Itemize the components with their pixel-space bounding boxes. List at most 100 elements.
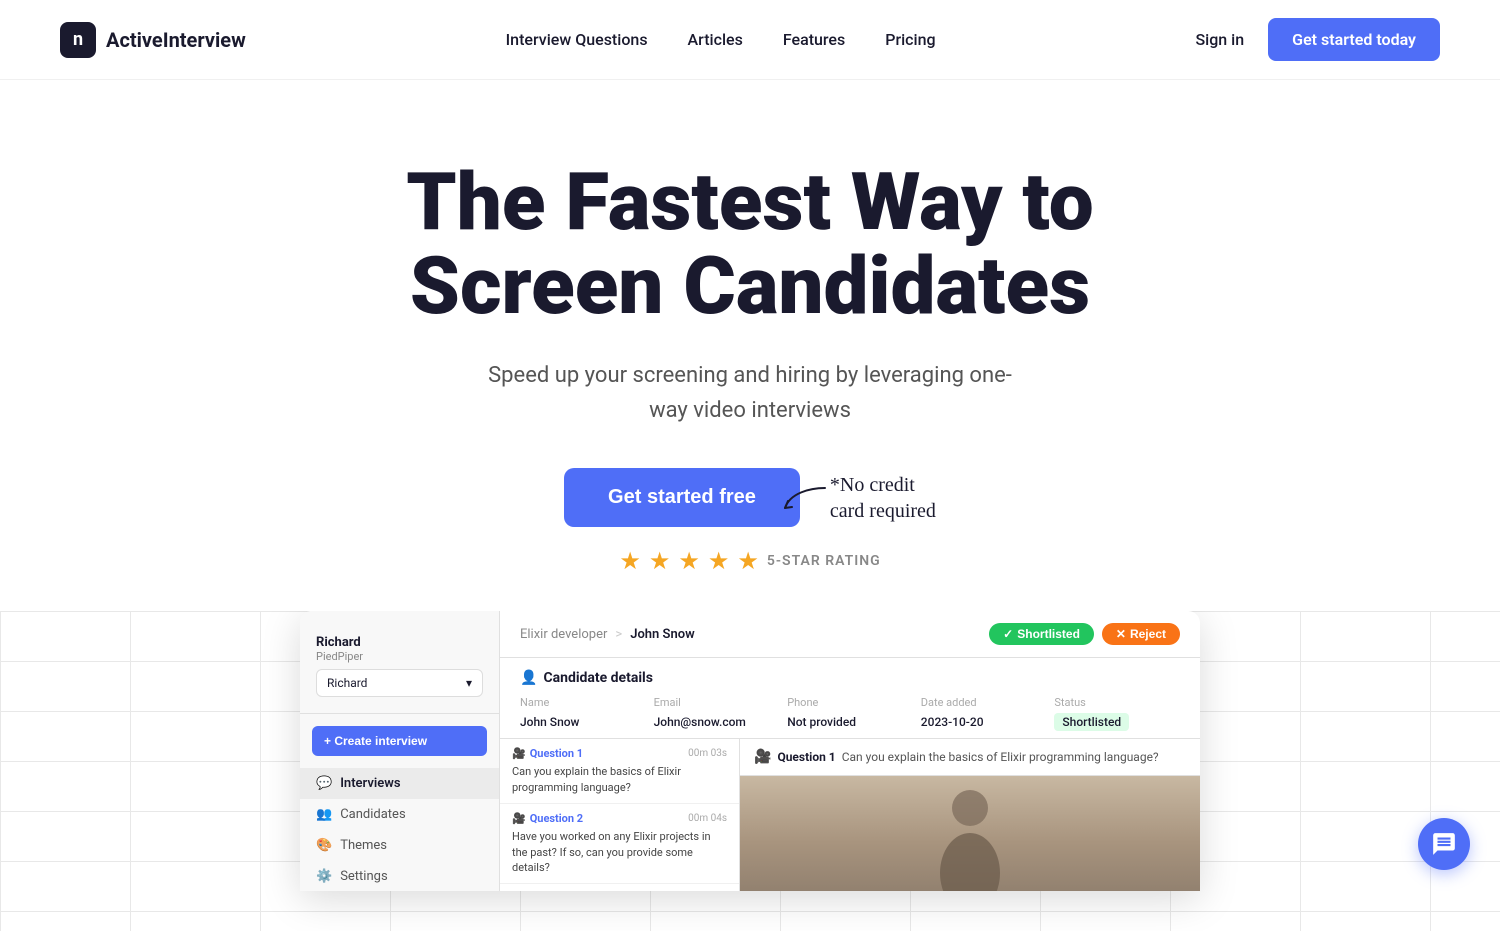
arrow-icon bbox=[780, 483, 830, 513]
nav-pricing[interactable]: Pricing bbox=[885, 30, 935, 49]
x-icon: ✕ bbox=[1116, 627, 1126, 641]
hero-title: The Fastest Way to Screen Candidates bbox=[350, 160, 1150, 328]
question-1-header: 🎥 Question 1 00m 03s bbox=[512, 747, 727, 760]
nav-features[interactable]: Features bbox=[783, 30, 845, 49]
interviews-icon: 💬 bbox=[316, 776, 332, 791]
name-value: John Snow bbox=[520, 715, 579, 729]
create-interview-button[interactable]: + Create interview bbox=[312, 726, 487, 756]
email-label: Email bbox=[654, 696, 780, 709]
video-q-label: Question 1 bbox=[777, 750, 835, 764]
app-screenshot: Richard PiedPiper Richard ▾ + Create int… bbox=[300, 611, 1200, 891]
detail-date: Date added 2023-10-20 bbox=[921, 696, 1047, 730]
nav-interview-questions[interactable]: Interview Questions bbox=[506, 30, 648, 49]
question-item-2[interactable]: 🎥 Question 2 00m 04s Have you worked on … bbox=[500, 804, 739, 884]
detail-status: Status Shortlisted bbox=[1054, 696, 1180, 730]
question-1-text: Can you explain the basics of Elixir pro… bbox=[512, 764, 727, 795]
star-1: ★ bbox=[619, 547, 641, 575]
sidebar-interviews-label: Interviews bbox=[340, 776, 400, 791]
date-value: 2023-10-20 bbox=[921, 715, 984, 729]
breadcrumb-separator: > bbox=[615, 627, 622, 642]
details-grid: Name John Snow Email John@snow.com Phone… bbox=[520, 696, 1180, 730]
star-4: ★ bbox=[708, 547, 730, 575]
video-q-text: Can you explain the basics of Elixir pro… bbox=[842, 750, 1186, 764]
logo-text: ActiveInterview bbox=[106, 28, 246, 52]
question-2-label: 🎥 Question 2 bbox=[512, 812, 583, 825]
action-buttons: ✓ Shortlisted ✕ Reject bbox=[989, 623, 1180, 645]
hero-cta-group: Get started free *No credit card require… bbox=[20, 468, 1480, 527]
chat-icon bbox=[1431, 831, 1457, 857]
app-mock: Richard PiedPiper Richard ▾ + Create int… bbox=[300, 611, 1200, 891]
questions-list: 🎥 Question 1 00m 03s Can you explain the… bbox=[500, 739, 740, 891]
sidebar-company: Richard PiedPiper Richard ▾ bbox=[300, 627, 499, 714]
logo[interactable]: n ActiveInterview bbox=[60, 22, 246, 58]
sidebar-candidates-label: Candidates bbox=[340, 807, 405, 822]
status-badge: Shortlisted bbox=[1054, 713, 1129, 731]
name-label: Name bbox=[520, 696, 646, 709]
star-5: ★ bbox=[737, 547, 759, 575]
candidate-details: 👤 Candidate details Name John Snow Email… bbox=[500, 658, 1200, 739]
breadcrumb-current-name: John Snow bbox=[630, 627, 695, 642]
nav-links: Interview Questions Articles Features Pr… bbox=[506, 30, 936, 49]
reject-label: Reject bbox=[1130, 627, 1166, 641]
sidebar-select-box[interactable]: Richard ▾ bbox=[316, 669, 483, 697]
question-2-header: 🎥 Question 2 00m 04s bbox=[512, 812, 727, 825]
themes-icon: 🎨 bbox=[316, 838, 332, 853]
questions-section: 🎥 Question 1 00m 03s Can you explain the… bbox=[500, 739, 1200, 891]
rating-text: 5-STAR RATING bbox=[767, 553, 881, 569]
app-main: Elixir developer > John Snow ✓ Shortlist… bbox=[500, 611, 1200, 891]
sidebar-item-candidates[interactable]: 👥 Candidates bbox=[300, 799, 499, 830]
select-label: Richard bbox=[327, 676, 367, 690]
detail-email: Email John@snow.com bbox=[654, 696, 780, 730]
chevron-down-icon: ▾ bbox=[466, 676, 472, 690]
nav-right: Sign in Get started today bbox=[1195, 18, 1440, 61]
navigation: n ActiveInterview Interview Questions Ar… bbox=[0, 0, 1500, 80]
get-started-free-button[interactable]: Get started free bbox=[564, 468, 800, 527]
person-silhouette-icon bbox=[930, 783, 1010, 892]
detail-phone: Phone Not provided bbox=[787, 696, 913, 730]
detail-name: Name John Snow bbox=[520, 696, 646, 730]
no-credit-line1: *No credit bbox=[830, 474, 915, 496]
sidebar-item-interviews[interactable]: 💬 Interviews bbox=[300, 768, 499, 799]
date-label: Date added bbox=[921, 696, 1047, 709]
sidebar-company-name: Richard bbox=[316, 635, 483, 650]
sidebar-company-sub: PiedPiper bbox=[316, 650, 483, 663]
stars-rating-row: ★ ★ ★ ★ ★ 5-STAR RATING bbox=[20, 547, 1480, 575]
reject-button[interactable]: ✕ Reject bbox=[1102, 623, 1180, 645]
question-1-time: 00m 03s bbox=[688, 748, 727, 759]
breadcrumb-position: Elixir developer bbox=[520, 627, 607, 642]
settings-icon: ⚙️ bbox=[316, 869, 332, 884]
candidate-details-title: 👤 Candidate details bbox=[520, 670, 1180, 686]
check-icon: ✓ bbox=[1003, 627, 1013, 641]
sidebar-item-settings[interactable]: ⚙️ Settings bbox=[300, 861, 499, 891]
hero-subtitle: Speed up your screening and hiring by le… bbox=[480, 358, 1020, 428]
logo-icon: n bbox=[60, 22, 96, 58]
phone-label: Phone bbox=[787, 696, 913, 709]
question-2-text: Have you worked on any Elixir projects i… bbox=[512, 829, 727, 875]
app-sidebar: Richard PiedPiper Richard ▾ + Create int… bbox=[300, 611, 500, 891]
sidebar-item-themes[interactable]: 🎨 Themes bbox=[300, 830, 499, 861]
sign-in-link[interactable]: Sign in bbox=[1195, 30, 1244, 49]
breadcrumb-path: Elixir developer > John Snow bbox=[520, 627, 695, 642]
sidebar-themes-label: Themes bbox=[340, 838, 387, 853]
screenshot-section: Richard PiedPiper Richard ▾ + Create int… bbox=[0, 611, 1500, 931]
star-3: ★ bbox=[678, 547, 700, 575]
nav-articles[interactable]: Articles bbox=[688, 30, 743, 49]
question-2-time: 00m 04s bbox=[688, 813, 727, 824]
candidates-icon: 👥 bbox=[316, 807, 332, 822]
email-value: John@snow.com bbox=[654, 715, 746, 729]
video-placeholder bbox=[740, 776, 1200, 891]
camera-icon: 🎥 bbox=[512, 747, 526, 760]
shortlist-button[interactable]: ✓ Shortlisted bbox=[989, 623, 1094, 645]
no-credit-line2: card required bbox=[830, 500, 936, 522]
chat-bubble-button[interactable] bbox=[1418, 818, 1470, 870]
video-area: 🎥 Question 1 Can you explain the basics … bbox=[740, 739, 1200, 891]
phone-value: Not provided bbox=[787, 715, 856, 729]
video-question-header: 🎥 Question 1 Can you explain the basics … bbox=[740, 739, 1200, 776]
question-item-1[interactable]: 🎥 Question 1 00m 03s Can you explain the… bbox=[500, 739, 739, 804]
no-credit-card-note: *No credit card required bbox=[830, 472, 936, 524]
get-started-nav-button[interactable]: Get started today bbox=[1268, 18, 1440, 61]
video-icon: 🎥 bbox=[754, 749, 771, 765]
sidebar-settings-label: Settings bbox=[340, 869, 387, 884]
person-icon: 👤 bbox=[520, 670, 537, 686]
camera-icon-2: 🎥 bbox=[512, 812, 526, 825]
